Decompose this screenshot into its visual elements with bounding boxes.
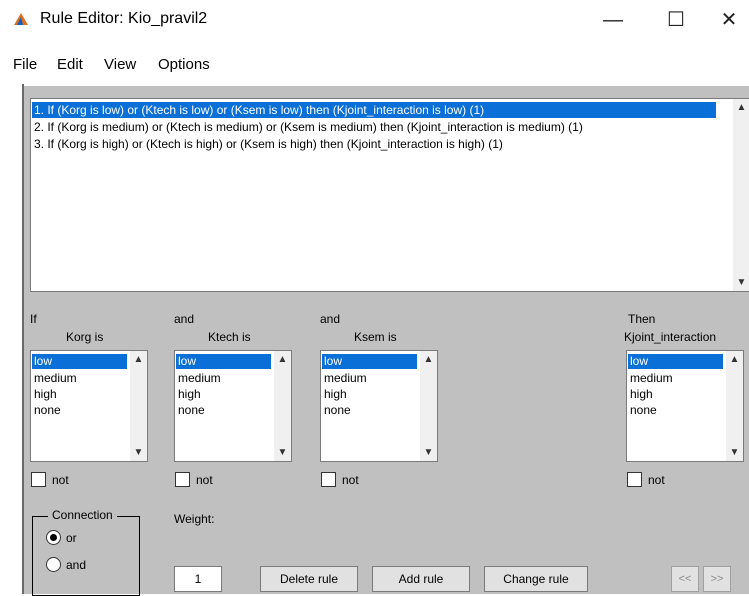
and-radio-label: and [66, 558, 87, 572]
menu-file[interactable]: File [13, 56, 37, 73]
and-label: and [320, 312, 341, 326]
not-label: not [342, 473, 359, 487]
connection-title: Connection [48, 508, 117, 522]
scroll-up-icon[interactable]: ▲ [726, 351, 743, 368]
kjoint-interaction-not-checkbox[interactable] [627, 472, 642, 487]
title-bar: Rule Editor: Kio_pravil2 — ☐ ✕ [0, 0, 749, 40]
not-label: not [52, 473, 69, 487]
ktech-label: Ktech is [208, 330, 251, 344]
menu-options[interactable]: Options [158, 56, 210, 73]
divider [24, 84, 749, 86]
scroll-down-icon[interactable]: ▼ [726, 444, 743, 461]
window-title: Rule Editor: Kio_pravil2 [40, 10, 208, 27]
list-item[interactable]: low [176, 354, 271, 369]
list-item[interactable]: high [322, 387, 417, 402]
or-label: or [66, 531, 77, 545]
weight-input[interactable]: 1 [174, 566, 222, 592]
listbox-scrollbar[interactable]: ▲ ▼ [274, 351, 291, 461]
rule-item[interactable]: 1. If (Korg is low) or (Ktech is low) or… [32, 102, 716, 118]
scroll-up-icon[interactable]: ▲ [274, 351, 291, 368]
list-item[interactable]: low [628, 354, 723, 369]
connection-group [32, 516, 140, 596]
menu-view[interactable]: View [104, 56, 136, 73]
ktech-listbox[interactable]: low medium high none ▲ ▼ [174, 350, 292, 462]
list-item[interactable]: high [176, 387, 271, 402]
list-item[interactable]: none [628, 403, 723, 418]
rule-item[interactable]: 3. If (Korg is high) or (Ktech is high) … [32, 136, 503, 152]
korg-not-checkbox[interactable] [31, 472, 46, 487]
minimize-button[interactable]: — [593, 6, 633, 34]
next-button[interactable]: >> [703, 566, 731, 592]
then-label: Then [628, 312, 656, 326]
not-label: not [648, 473, 665, 487]
list-item[interactable]: medium [176, 371, 271, 386]
list-item[interactable]: high [628, 387, 723, 402]
ksem-listbox[interactable]: low medium high none ▲ ▼ [320, 350, 438, 462]
scroll-up-icon[interactable]: ▲ [733, 99, 749, 116]
scroll-down-icon[interactable]: ▼ [733, 274, 749, 291]
list-item[interactable]: low [32, 354, 127, 369]
list-item[interactable]: none [176, 403, 271, 418]
if-label: If [30, 312, 37, 326]
add-rule-button[interactable]: Add rule [372, 566, 470, 592]
rules-scrollbar[interactable]: ▲ ▼ [733, 99, 749, 291]
rule-item[interactable]: 2. If (Korg is medium) or (Ktech is medi… [32, 119, 583, 135]
menu-edit[interactable]: Edit [57, 56, 83, 73]
list-item[interactable]: high [32, 387, 127, 402]
list-item[interactable]: low [322, 354, 417, 369]
korg-label: Korg is [66, 330, 104, 344]
listbox-scrollbar[interactable]: ▲ ▼ [420, 351, 437, 461]
listbox-scrollbar[interactable]: ▲ ▼ [726, 351, 743, 461]
matlab-icon [14, 13, 28, 25]
listbox-scrollbar[interactable]: ▲ ▼ [130, 351, 147, 461]
and-label: and [174, 312, 195, 326]
scroll-up-icon[interactable]: ▲ [130, 351, 147, 368]
list-item[interactable]: medium [32, 371, 127, 386]
list-item[interactable]: medium [628, 371, 723, 386]
not-label: not [196, 473, 213, 487]
scroll-down-icon[interactable]: ▼ [274, 444, 291, 461]
scroll-down-icon[interactable]: ▼ [130, 444, 147, 461]
and-radio[interactable] [46, 557, 61, 572]
ksem-label: Ksem is [354, 330, 397, 344]
previous-button[interactable]: << [671, 566, 699, 592]
maximize-button[interactable]: ☐ [656, 6, 696, 34]
ktech-not-checkbox[interactable] [175, 472, 190, 487]
kjoint-interaction-listbox[interactable]: low medium high none ▲ ▼ [626, 350, 744, 462]
list-item[interactable]: none [32, 403, 127, 418]
ksem-not-checkbox[interactable] [321, 472, 336, 487]
close-button[interactable]: ✕ [709, 6, 749, 34]
or-radio[interactable] [46, 530, 61, 545]
rules-list[interactable]: 1. If (Korg is low) or (Ktech is low) or… [30, 98, 749, 292]
list-item[interactable]: medium [322, 371, 417, 386]
korg-listbox[interactable]: low medium high none ▲ ▼ [30, 350, 148, 462]
change-rule-button[interactable]: Change rule [484, 566, 588, 592]
weight-label: Weight: [174, 512, 215, 526]
scroll-up-icon[interactable]: ▲ [420, 351, 437, 368]
rule-editor-panel: 1. If (Korg is low) or (Ktech is low) or… [22, 84, 749, 596]
scroll-down-icon[interactable]: ▼ [420, 444, 437, 461]
kjoint-interaction-label: Kjoint_interaction [624, 330, 717, 344]
list-item[interactable]: none [322, 403, 417, 418]
delete-rule-button[interactable]: Delete rule [260, 566, 358, 592]
